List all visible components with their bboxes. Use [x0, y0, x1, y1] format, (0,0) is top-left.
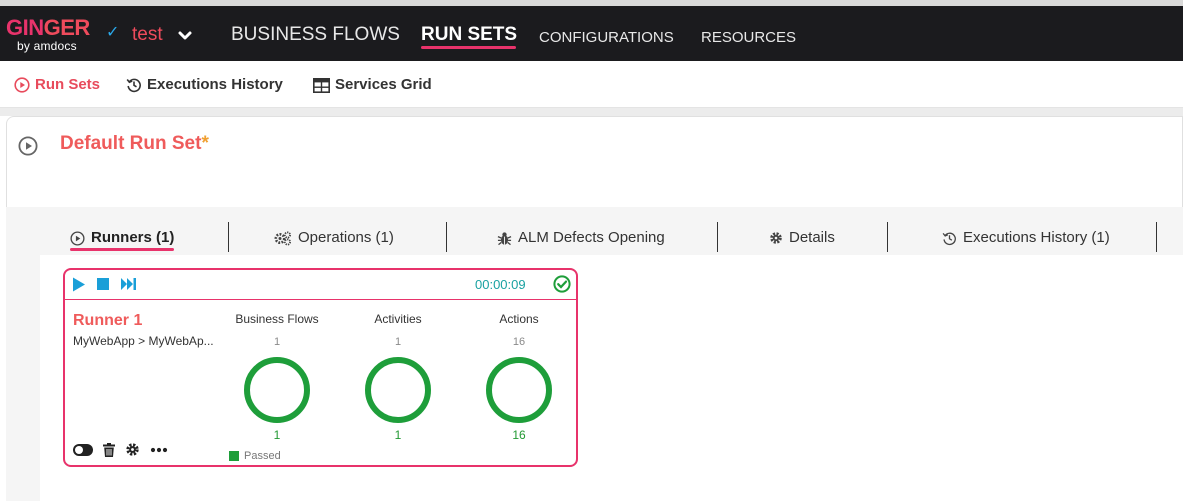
- tab-executions-history[interactable]: Executions History (1): [942, 229, 1110, 247]
- continue-icon[interactable]: [121, 278, 137, 290]
- tab-label: ALM Defects Opening: [518, 229, 665, 246]
- bug-icon: [497, 231, 512, 245]
- play-circle-icon: [18, 136, 38, 156]
- tab-separator: [1156, 222, 1157, 252]
- logo-text-part2: GER: [43, 15, 91, 40]
- logo-subtext: by amdocs: [17, 39, 77, 53]
- activities-header: Activities: [374, 312, 422, 326]
- play-circle-icon: [14, 77, 30, 93]
- nav-business-flows[interactable]: BUSINESS FLOWS: [231, 24, 400, 46]
- tab-separator: [717, 222, 718, 252]
- gear-icon: [770, 232, 782, 244]
- play-circle-icon: [70, 230, 85, 246]
- subnav-label: Run Sets: [35, 76, 101, 93]
- subnav-run-sets[interactable]: Run Sets: [14, 76, 100, 94]
- run-set-title[interactable]: Default Run Set*: [60, 133, 209, 155]
- legend-label: Passed: [244, 450, 281, 462]
- actions-passed: 16: [512, 428, 526, 442]
- logo-check-icon: ✓: [106, 24, 120, 41]
- runner-card[interactable]: 00:00:09 Runner 1 MyWebApp > MyWebAp... …: [63, 268, 578, 467]
- solution-selector[interactable]: test: [132, 24, 192, 46]
- chevron-down-icon: [178, 31, 192, 40]
- tab-label: Executions History (1): [963, 229, 1110, 246]
- tab-separator: [446, 222, 447, 252]
- status-legend: Passed: [229, 450, 281, 462]
- logo-text-part1: GIN: [6, 15, 44, 40]
- runner-toolbar: 00:00:09: [65, 270, 576, 300]
- stop-icon[interactable]: [97, 278, 109, 290]
- business-flows-donut: [244, 357, 310, 423]
- toggle-icon[interactable]: [73, 443, 93, 456]
- check-circle-icon: [553, 275, 571, 293]
- nav-configurations[interactable]: CONFIGURATIONS: [539, 27, 674, 49]
- tab-separator: [887, 222, 888, 252]
- nav-resources[interactable]: RESOURCES: [701, 27, 796, 49]
- tab-active-underline: [70, 248, 174, 251]
- history-icon: [126, 78, 141, 93]
- tab-alm-defects-opening[interactable]: ALM Defects Opening: [497, 229, 665, 247]
- runner-actions: [73, 442, 178, 457]
- subnav-executions-history[interactable]: Executions History: [126, 76, 283, 94]
- run-icon[interactable]: [72, 277, 86, 292]
- nav-active-underline: [421, 46, 516, 49]
- run-sets-subnav: Run Sets Executions History Services Gri…: [0, 61, 1183, 108]
- nav-run-sets[interactable]: RUN SETS: [421, 24, 517, 46]
- passed-swatch: [229, 451, 239, 461]
- tab-label: Runners (1): [91, 229, 175, 246]
- business-flows-passed: 1: [273, 428, 281, 442]
- activities-total: 1: [394, 336, 402, 348]
- actions-total: 16: [512, 336, 526, 348]
- ginger-logo: GINGER ✓ by amdocs: [6, 16, 121, 54]
- section-gap: [0, 108, 1183, 116]
- grid-icon: [313, 77, 330, 93]
- runner-flow-path: MyWebApp > MyWebAp...: [73, 334, 214, 348]
- actions-donut: [486, 357, 552, 423]
- tab-operations[interactable]: Operations (1): [274, 229, 394, 247]
- subnav-label: Services Grid: [335, 76, 432, 93]
- app-header: GINGER ✓ by amdocs test BUSINESS FLOWS R…: [0, 6, 1183, 61]
- tab-label: Operations (1): [298, 229, 394, 246]
- runner-name[interactable]: Runner 1: [73, 312, 142, 330]
- tab-separator: [228, 222, 229, 252]
- history-icon: [942, 232, 956, 245]
- gears-icon: [274, 231, 291, 245]
- tab-label: Details: [789, 229, 835, 246]
- solution-name: test: [132, 24, 163, 45]
- business-flows-header: Business Flows: [235, 312, 319, 326]
- run-set-name: Default Run Set: [60, 133, 202, 154]
- business-flows-total: 1: [273, 336, 281, 348]
- activities-donut: [365, 357, 431, 423]
- more-icon[interactable]: [150, 447, 168, 453]
- tab-runners[interactable]: Runners (1): [70, 229, 174, 247]
- activities-passed: 1: [394, 428, 402, 442]
- settings-icon[interactable]: [125, 442, 140, 457]
- elapsed-time: 00:00:09: [475, 277, 526, 292]
- modified-marker: *: [201, 133, 209, 154]
- subnav-label: Executions History: [147, 76, 283, 93]
- tab-details[interactable]: Details: [769, 229, 835, 247]
- actions-header: Actions: [499, 312, 539, 326]
- trash-icon[interactable]: [103, 442, 115, 457]
- subnav-services-grid[interactable]: Services Grid: [313, 76, 432, 94]
